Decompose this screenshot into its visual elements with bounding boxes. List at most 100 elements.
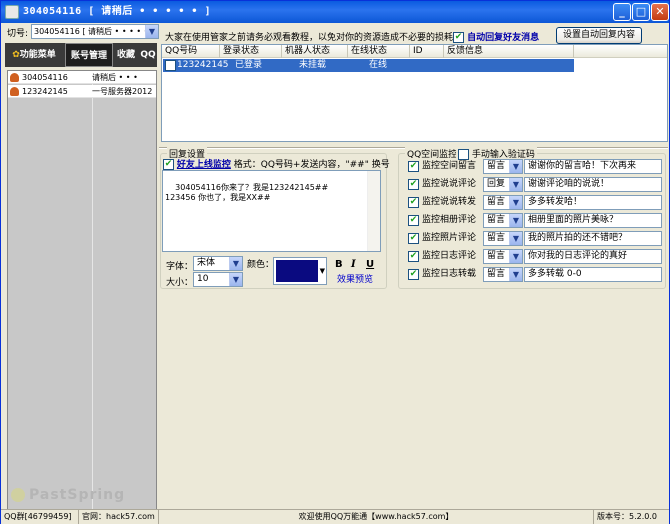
tab-account-manage[interactable]: 账号管理 [65, 43, 113, 67]
monitor-text-input[interactable]: 多多转发哈！ [524, 195, 662, 210]
monitor-label: 监控空间留言 [422, 161, 477, 171]
monitor-text-input[interactable]: 相册里面的照片美咏？ [524, 213, 662, 228]
monitor-text-input[interactable]: 多多转载 0-0 [524, 267, 662, 282]
maximize-button[interactable]: □ [632, 3, 650, 21]
monitor-checkbox[interactable]: ✔ [408, 269, 419, 280]
close-button[interactable]: ✕ [651, 3, 669, 21]
monitor-text-input[interactable]: 你对我的日志评论的真好 [524, 249, 662, 264]
row-checkbox[interactable] [165, 60, 176, 71]
chevron-down-icon[interactable]: ▼ [320, 258, 325, 284]
reply-content-textarea[interactable]: 304054116你来了？我是123242145## 123456 你也了，我是… [162, 170, 381, 252]
monitor-text-input[interactable]: 谢谢你的留言哈！下次再来 [524, 159, 662, 174]
tab-favorites[interactable]: 收藏 [113, 43, 139, 67]
chevron-down-icon[interactable]: ▼ [145, 25, 158, 38]
col-id[interactable]: ID [410, 45, 444, 58]
chevron-down-icon[interactable]: ▼ [229, 257, 242, 270]
chevron-down-icon[interactable]: ▼ [509, 232, 522, 245]
autoreply-row: ✔ 自动回复好友消息 [453, 30, 539, 43]
size-select-value: 10 [197, 274, 209, 284]
col-qq[interactable]: QQ号码 [162, 45, 220, 58]
monitor-text-input[interactable]: 谢谢评论咱的说说！ [524, 177, 662, 192]
monitor-checkbox[interactable]: ✔ [408, 197, 419, 208]
monitor-text-value: 我的照片拍的还不错吧？ [528, 233, 628, 243]
monitor-label: 监控相册评论 [422, 215, 477, 225]
chevron-down-icon[interactable]: ▼ [509, 160, 522, 173]
account-list[interactable]: 304054116 请稍后 • • • 123242145 一号服务器2012 [7, 70, 157, 513]
chevron-down-icon[interactable]: ▼ [509, 268, 522, 281]
row-qq: 123242145 [177, 60, 229, 70]
monitor-mode-value: 留言 [487, 197, 506, 207]
col-online[interactable]: 在线状态 [348, 45, 410, 58]
underline-button[interactable]: U [366, 259, 374, 270]
status-version: 版本号：5.2.0.0 [597, 512, 657, 521]
list-item[interactable]: 123242145 一号服务器2012 [8, 85, 156, 98]
monitor-checkbox[interactable]: ✔ [408, 215, 419, 226]
format-hint: 格式：QQ号码+发送内容，"##" 换号 [233, 160, 390, 170]
monitor-row: ✔ 监控空间留言 留言 ▼ 谢谢你的留言哈！下次再来 [408, 159, 664, 175]
left-panel: 切号: 304054116 [ 请稍后 • • • • • ▼ ✿功能菜单 账号… [3, 23, 159, 513]
monitor-checkbox[interactable]: ✔ [408, 161, 419, 172]
preview-link[interactable]: 效果预览 [337, 272, 373, 285]
color-picker[interactable]: ▼ [273, 257, 327, 285]
italic-button[interactable]: I [351, 259, 356, 270]
monitor-label: 监控日志评论 [422, 251, 477, 261]
monitor-mode-select[interactable]: 回复 ▼ [483, 177, 523, 192]
col-robot[interactable]: 机器人状态 [282, 45, 348, 58]
star-icon: ✿ [12, 50, 20, 60]
monitor-row: ✔ 监控说说转发 留言 ▼ 多多转发哈！ [408, 195, 664, 211]
monitor-text-input[interactable]: 我的照片拍的还不错吧？ [524, 231, 662, 246]
chevron-down-icon[interactable]: ▼ [509, 214, 522, 227]
monitor-mode-select[interactable]: 留言 ▼ [483, 195, 523, 210]
tab-qq[interactable]: QQ [139, 43, 157, 67]
main-window: 304054116 [ 请稍后 • • • • • ] _ □ ✕ 切号: 30… [0, 0, 670, 524]
list-column-divider [92, 71, 93, 512]
list-item-status: 请稍后 • • • [92, 73, 138, 82]
table-row[interactable]: 123242145 已登录 未挂载 在线 [163, 59, 574, 72]
tab-function-menu[interactable]: ✿功能菜单 [5, 43, 63, 67]
chevron-down-icon[interactable]: ▼ [229, 273, 242, 286]
chevron-down-icon[interactable]: ▼ [509, 196, 522, 209]
row-login: 已登录 [235, 60, 263, 70]
list-item-qq: 304054116 [22, 73, 68, 82]
status-bar: QQ群[46799459] 官网：hack57.com 欢迎使用QQ万能通【ww… [1, 509, 669, 524]
monitor-checkbox[interactable]: ✔ [408, 179, 419, 190]
monitor-mode-value: 留言 [487, 161, 506, 171]
monitor-mode-value: 留言 [487, 269, 506, 279]
monitor-checkbox[interactable]: ✔ [408, 233, 419, 244]
monitor-mode-select[interactable]: 留言 ▼ [483, 249, 523, 264]
autoreply-checkbox[interactable]: ✔ [453, 32, 464, 43]
monitor-mode-select[interactable]: 留言 ▼ [483, 231, 523, 246]
textarea-scrollbar[interactable] [367, 171, 380, 251]
chevron-down-icon[interactable]: ▼ [509, 250, 522, 263]
friend-online-checkbox[interactable]: ✔ [163, 159, 174, 170]
monitor-mode-select[interactable]: 留言 ▼ [483, 159, 523, 174]
size-select[interactable]: 10 ▼ [193, 272, 243, 287]
color-swatch [276, 260, 318, 282]
qq-grid[interactable]: QQ号码 登录状态 机器人状态 在线状态 ID 反馈信息 123242145 已… [161, 44, 668, 142]
row-online: 在线 [369, 60, 388, 70]
list-item[interactable]: 304054116 请稍后 • • • [8, 71, 156, 84]
monitor-mode-select[interactable]: 留言 ▼ [483, 213, 523, 228]
bold-button[interactable]: B [335, 259, 343, 270]
monitor-label: 监控说说评论 [422, 179, 477, 189]
app-icon [5, 5, 19, 19]
monitor-row: ✔ 好友上线监控 格式：QQ号码+发送内容，"##" 换号 [163, 157, 390, 170]
monitor-text-value: 谢谢评论咱的说说！ [528, 179, 610, 189]
monitor-checkbox[interactable]: ✔ [408, 251, 419, 262]
account-select[interactable]: 304054116 [ 请稍后 • • • • • ▼ [31, 24, 159, 39]
user-icon [10, 87, 19, 96]
minimize-button[interactable]: _ [613, 3, 631, 21]
set-autoreply-button[interactable]: 设置自动回复内容 [556, 27, 642, 44]
monitor-row: ✔ 监控照片评论 留言 ▼ 我的照片拍的还不错吧？ [408, 231, 664, 247]
chevron-down-icon[interactable]: ▼ [509, 178, 522, 191]
title-bar[interactable]: 304054116 [ 请稍后 • • • • • ] _ □ ✕ [1, 1, 669, 23]
account-switch-row: 切号: 304054116 [ 请稍后 • • • • • ▼ [7, 24, 159, 40]
size-label: 大小： [166, 278, 194, 288]
user-icon [10, 73, 19, 82]
col-login[interactable]: 登录状态 [220, 45, 282, 58]
account-switch-label: 切号: [7, 29, 29, 39]
monitor-text-value: 多多转载 0-0 [528, 269, 582, 279]
monitor-mode-select[interactable]: 留言 ▼ [483, 267, 523, 282]
font-select[interactable]: 宋体 ▼ [193, 256, 243, 271]
col-feedback[interactable]: 反馈信息 [444, 45, 574, 58]
